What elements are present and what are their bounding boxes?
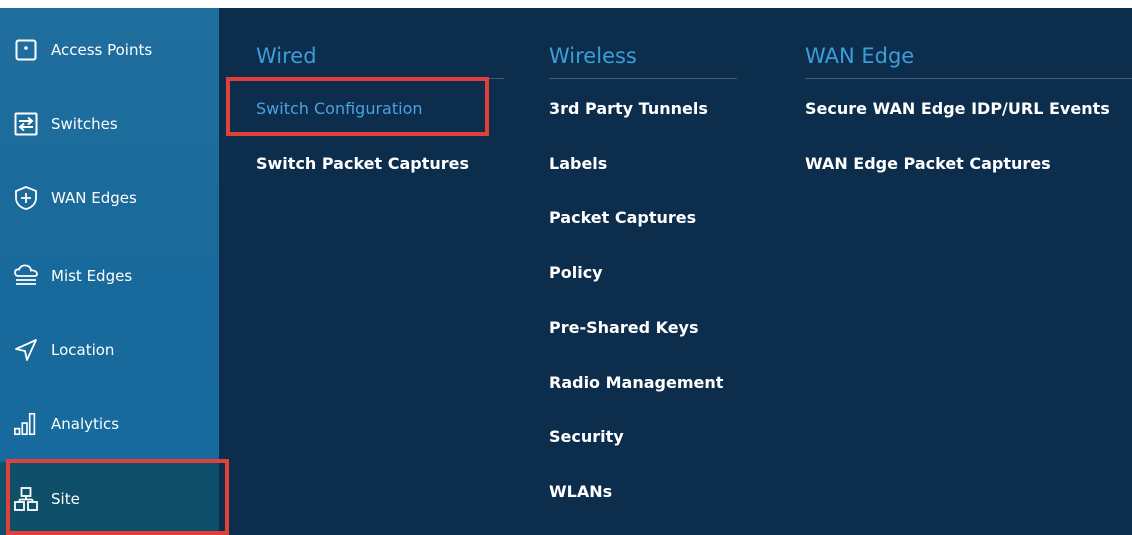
switch-configuration-link[interactable]: Switch Configuration (256, 98, 423, 120)
wan-edge-divider (805, 78, 1132, 79)
sidebar-item-label: Switches (51, 115, 118, 133)
packet-captures-link[interactable]: Packet Captures (549, 207, 696, 229)
third-party-tunnels-link[interactable]: 3rd Party Tunnels (549, 98, 708, 120)
sidebar-item-location[interactable]: Location (0, 320, 219, 380)
site-menu-panel: Wired Switch Configuration Switch Packet… (219, 8, 1132, 535)
app-frame: Access Points Switches WAN Edges Mist Ed… (0, 0, 1132, 535)
secure-wan-edge-idp-url-events-link[interactable]: Secure WAN Edge IDP/URL Events (805, 98, 1110, 120)
sidebar-item-access-points[interactable]: Access Points (0, 20, 219, 80)
pre-shared-keys-link[interactable]: Pre-Shared Keys (549, 317, 699, 339)
wireless-divider (549, 78, 737, 79)
sidebar-item-label: Location (51, 341, 115, 359)
sidebar-item-mist-edges[interactable]: Mist Edges (0, 246, 219, 306)
switch-packet-captures-link[interactable]: Switch Packet Captures (256, 153, 469, 175)
site-hierarchy-icon (13, 486, 39, 512)
sidebar-item-switches[interactable]: Switches (0, 94, 219, 154)
sidebar-item-label: Access Points (51, 41, 153, 59)
sidebar-item-wan-edges[interactable]: WAN Edges (0, 168, 219, 228)
sidebar-item-analytics[interactable]: Analytics (0, 394, 219, 454)
switch-icon (13, 111, 39, 137)
location-arrow-icon (13, 337, 39, 363)
mist-edge-icon (13, 263, 39, 289)
sidebar-item-label: WAN Edges (51, 189, 137, 207)
labels-link[interactable]: Labels (549, 153, 607, 175)
wlans-link[interactable]: WLANs (549, 481, 612, 503)
security-link[interactable]: Security (549, 426, 624, 448)
sidebar-item-label: Analytics (51, 415, 120, 433)
sidebar-item-label: Mist Edges (51, 267, 133, 285)
wan-edge-icon (13, 185, 39, 211)
wireless-heading: Wireless (549, 44, 637, 68)
wired-divider (256, 78, 504, 79)
access-point-icon (13, 37, 39, 63)
wan-edge-heading: WAN Edge (805, 44, 915, 68)
radio-management-link[interactable]: Radio Management (549, 372, 723, 394)
sidebar-item-site[interactable]: Site (0, 462, 219, 535)
wired-heading: Wired (256, 44, 317, 68)
analytics-bars-icon (13, 411, 39, 437)
sidebar-item-label: Site (51, 489, 80, 508)
sidebar: Access Points Switches WAN Edges Mist Ed… (0, 8, 219, 535)
policy-link[interactable]: Policy (549, 262, 603, 284)
wan-edge-packet-captures-link[interactable]: WAN Edge Packet Captures (805, 153, 1051, 175)
